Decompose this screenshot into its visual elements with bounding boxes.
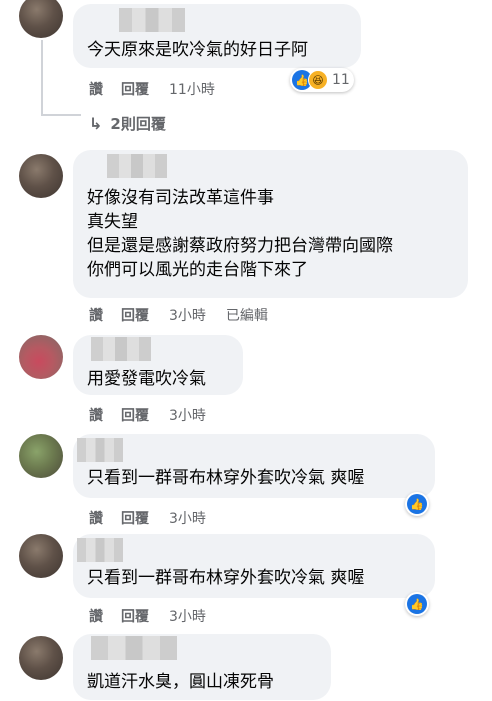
comment-bubble: 只看到一群哥布林穿外套吹冷氣 爽喔 bbox=[73, 534, 435, 598]
timestamp[interactable]: 3小時 bbox=[169, 508, 206, 528]
author-name-blurred[interactable] bbox=[91, 337, 151, 361]
haha-face-icon: 😆 bbox=[308, 70, 328, 90]
thread-line bbox=[41, 40, 43, 115]
timestamp[interactable]: 3小時 bbox=[169, 606, 206, 626]
reaction-count: 11 bbox=[332, 72, 350, 88]
avatar[interactable] bbox=[19, 534, 63, 578]
comment-bubble: 今天原來是吹冷氣的好日子阿 bbox=[73, 4, 361, 68]
thumbs-up-icon: 👍 bbox=[407, 594, 427, 614]
comment-bubble: 好像沒有司法改革這件事 真失望 但是還是感謝蔡政府努力把台灣帶向國際 你們可以風… bbox=[73, 150, 468, 298]
like-link[interactable]: 讚 bbox=[89, 79, 103, 99]
author-name-blurred[interactable] bbox=[77, 538, 123, 562]
reply-arrow-icon: ↳ bbox=[89, 114, 103, 133]
comment-actions: 讚 回覆 3小時 已編輯 bbox=[89, 305, 268, 325]
timestamp[interactable]: 3小時 bbox=[169, 305, 206, 325]
comment-bubble: 只看到一群哥布林穿外套吹冷氣 爽喔 bbox=[73, 434, 435, 498]
comment-text: 今天原來是吹冷氣的好日子阿 bbox=[87, 40, 308, 60]
comment-text-line: 真失望 bbox=[87, 212, 138, 232]
like-link[interactable]: 讚 bbox=[89, 405, 103, 425]
comment-bubble: 凱道汗水臭，圓山凍死骨 bbox=[73, 634, 331, 700]
comment-actions: 讚 回覆 3小時 bbox=[89, 508, 226, 528]
author-name-blurred[interactable] bbox=[107, 154, 167, 178]
avatar[interactable] bbox=[19, 636, 63, 680]
avatar[interactable] bbox=[19, 0, 63, 38]
view-replies-link[interactable]: ↳ 2則回覆 bbox=[89, 113, 166, 134]
replies-count-label: 2則回覆 bbox=[110, 115, 166, 133]
thumbs-up-icon: 👍 bbox=[407, 494, 427, 514]
comment-actions: 讚 回覆 3小時 bbox=[89, 405, 226, 425]
comment-text-line: 好像沒有司法改革這件事 bbox=[87, 188, 274, 208]
avatar[interactable] bbox=[19, 335, 63, 379]
avatar[interactable] bbox=[19, 154, 63, 198]
timestamp[interactable]: 11小時 bbox=[169, 79, 215, 99]
edited-label[interactable]: 已編輯 bbox=[226, 305, 268, 325]
author-name-blurred[interactable] bbox=[91, 636, 177, 660]
reaction-summary[interactable]: 👍 😆 11 bbox=[290, 68, 354, 92]
reply-link[interactable]: 回覆 bbox=[121, 508, 149, 528]
comment-text-line: 但是還是感謝蔡政府努力把台灣帶向國際 bbox=[87, 236, 393, 256]
author-name-blurred[interactable] bbox=[77, 438, 123, 462]
comment-text-line: 你們可以風光的走台階下來了 bbox=[87, 260, 308, 280]
comment-actions: 讚 回覆 11小時 bbox=[89, 79, 235, 99]
timestamp[interactable]: 3小時 bbox=[169, 405, 206, 425]
like-link[interactable]: 讚 bbox=[89, 508, 103, 528]
comment-actions: 讚 回覆 3小時 bbox=[89, 606, 226, 626]
reply-link[interactable]: 回覆 bbox=[121, 79, 149, 99]
author-name-blurred[interactable] bbox=[119, 8, 185, 32]
reaction-summary[interactable]: 👍 bbox=[405, 492, 429, 516]
reply-link[interactable]: 回覆 bbox=[121, 606, 149, 626]
avatar[interactable] bbox=[19, 434, 63, 478]
reaction-summary[interactable]: 👍 bbox=[405, 592, 429, 616]
comment-text: 凱道汗水臭，圓山凍死骨 bbox=[87, 672, 274, 692]
thread-line-branch bbox=[41, 114, 81, 116]
reply-link[interactable]: 回覆 bbox=[121, 405, 149, 425]
comment-text: 只看到一群哥布林穿外套吹冷氣 爽喔 bbox=[87, 568, 365, 588]
comment-text: 只看到一群哥布林穿外套吹冷氣 爽喔 bbox=[87, 468, 365, 488]
like-link[interactable]: 讚 bbox=[89, 305, 103, 325]
like-link[interactable]: 讚 bbox=[89, 606, 103, 626]
comment-text: 用愛發電吹冷氣 bbox=[87, 369, 206, 389]
reply-link[interactable]: 回覆 bbox=[121, 305, 149, 325]
comment-bubble: 用愛發電吹冷氣 bbox=[73, 335, 243, 395]
